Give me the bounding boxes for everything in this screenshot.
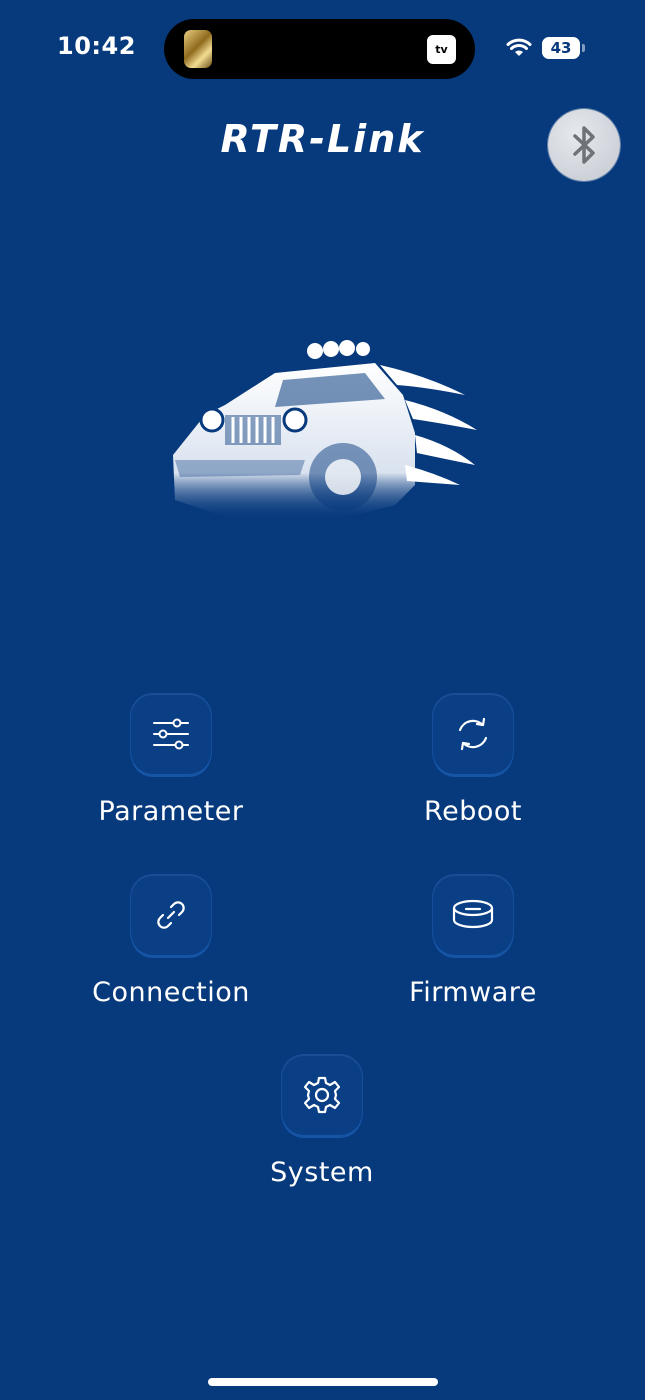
wifi-icon bbox=[506, 38, 532, 56]
firmware-menu-item[interactable]: Firmware bbox=[363, 875, 583, 1008]
clock: 10:42 bbox=[57, 32, 136, 60]
chip-icon bbox=[452, 899, 494, 929]
reboot-menu-item[interactable]: Reboot bbox=[363, 694, 583, 827]
system-menu-item[interactable]: System bbox=[212, 1055, 432, 1188]
firmware-button[interactable] bbox=[433, 875, 513, 955]
battery-indicator: 43 bbox=[542, 37, 580, 59]
battery-level: 43 bbox=[550, 39, 572, 57]
sliders-icon bbox=[153, 718, 189, 750]
firmware-label: Firmware bbox=[409, 977, 537, 1008]
tv-label: tv bbox=[435, 43, 448, 56]
reboot-label: Reboot bbox=[424, 796, 522, 827]
connection-button[interactable] bbox=[131, 875, 211, 955]
connection-label: Connection bbox=[92, 977, 250, 1008]
reboot-button[interactable] bbox=[433, 694, 513, 774]
status-bar: 10:42 tv 43 bbox=[0, 0, 645, 96]
parameter-menu-item[interactable]: Parameter bbox=[61, 694, 281, 827]
system-label: System bbox=[270, 1157, 374, 1188]
offroad-truck-illustration bbox=[173, 340, 477, 520]
link-icon bbox=[157, 901, 185, 929]
gear-icon bbox=[303, 1076, 341, 1114]
battery-tip bbox=[582, 44, 585, 52]
apple-tv-icon[interactable]: tv bbox=[427, 35, 456, 64]
parameter-button[interactable] bbox=[131, 694, 211, 774]
connection-menu-item[interactable]: Connection bbox=[61, 875, 281, 1008]
home-indicator[interactable] bbox=[208, 1378, 438, 1386]
bluetooth-button[interactable] bbox=[548, 109, 620, 181]
system-button[interactable] bbox=[282, 1055, 362, 1135]
dynamic-island[interactable]: tv bbox=[164, 19, 475, 79]
parameter-label: Parameter bbox=[98, 796, 244, 827]
refresh-icon bbox=[458, 717, 488, 751]
gold-app-icon[interactable] bbox=[184, 30, 212, 68]
bluetooth-icon bbox=[573, 126, 595, 164]
